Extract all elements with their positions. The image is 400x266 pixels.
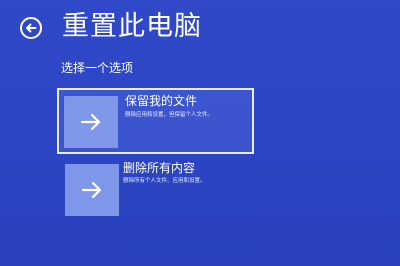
- option-remove-everything[interactable]: 删除所有内容 删除所有个人文件、应用和设置。: [57, 160, 254, 220]
- back-arrow-icon: [25, 22, 37, 34]
- option-tile: [65, 164, 119, 216]
- back-button[interactable]: [20, 17, 42, 39]
- page-title: 重置此电脑: [62, 11, 202, 42]
- option-keep-my-files[interactable]: 保留我的文件 删除应用和设置，但保留个人文件。: [57, 88, 254, 154]
- arrow-right-icon: [81, 181, 103, 199]
- option-description: 删除所有个人文件、应用和设置。: [123, 178, 206, 184]
- option-title: 删除所有内容: [123, 161, 196, 175]
- option-title: 保留我的文件: [125, 94, 198, 108]
- option-tile: [64, 96, 118, 148]
- option-description: 删除应用和设置，但保留个人文件。: [125, 112, 214, 118]
- page-subtitle: 选择一个选项: [61, 61, 134, 75]
- arrow-right-icon: [80, 113, 102, 131]
